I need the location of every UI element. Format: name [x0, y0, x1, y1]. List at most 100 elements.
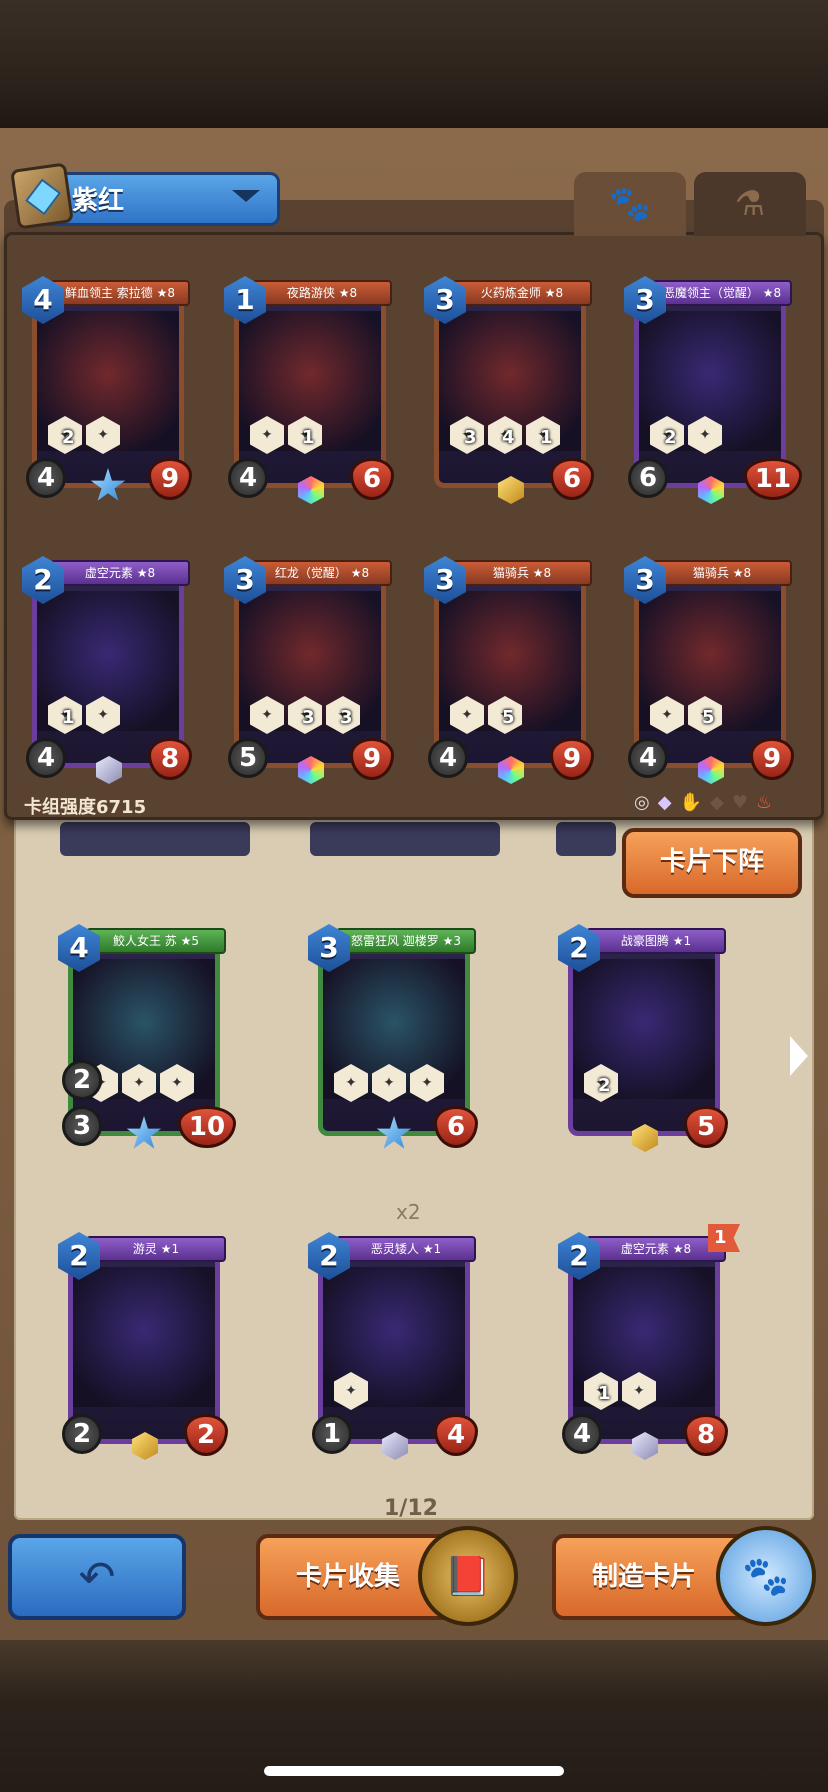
tab-creatures[interactable]: 🐾 — [574, 172, 686, 236]
card-skills: ✦ 2 — [584, 1064, 618, 1102]
skill-icon: ✦ 2 — [650, 416, 684, 454]
card-health: 9 — [350, 738, 394, 780]
collection_cards-card[interactable]: 游灵 ★1 2 2 2 — [58, 1232, 230, 1460]
chevron-down-icon[interactable] — [232, 190, 260, 202]
nature-filter-icon[interactable]: ◆ — [710, 792, 724, 813]
skill-icon: ✦ — [86, 696, 120, 734]
potion-icon: ⚗ — [734, 184, 766, 224]
skill-icon: ✦ — [372, 1064, 406, 1102]
skill-icon: ✦ 5 — [488, 696, 522, 734]
card-peek — [60, 822, 250, 856]
card-skills: ✦ ✦ 5 — [650, 696, 722, 734]
card-book-icon[interactable]: 📕 — [418, 1526, 518, 1626]
skill-value: 2 — [598, 1075, 611, 1096]
skill-icon: ✦ — [688, 416, 722, 454]
card-skills: ✦ 2 ✦ — [650, 416, 722, 454]
skill-icon: ✦ 3 — [326, 696, 360, 734]
card-name: 战豪图腾 ★1 — [586, 928, 726, 954]
neutral-filter-icon[interactable]: ◎ — [634, 792, 650, 813]
skill-value: 3 — [464, 427, 477, 448]
collection_cards-card[interactable]: 鲛人女王 苏 ★54✦✦✦3210 — [58, 924, 236, 1152]
beast-filter-icon[interactable]: ✋ — [680, 792, 702, 813]
skill-icon: ✦ — [450, 696, 484, 734]
card-art — [73, 1267, 215, 1407]
skill-value: 3 — [302, 707, 315, 728]
card-skills: ✦ 1 ✦ — [584, 1372, 656, 1410]
skill-value: 1 — [598, 1383, 611, 1404]
card-name: 虚空元素 ★8 — [50, 560, 190, 586]
card-attack: 4 — [26, 458, 66, 498]
deck_cards-card[interactable]: 虚空元素 ★8 2 ✦ 1 ✦ 4 8 — [22, 556, 194, 784]
card-attack: 2 — [62, 1414, 102, 1454]
order-filter-icon[interactable]: ♥ — [732, 792, 748, 813]
card-skills: ✦ 1 ✦ — [48, 696, 120, 734]
card-health: 6 — [350, 458, 394, 500]
collection_cards-card[interactable]: 虚空元素 ★8 2 ✦ 1 ✦ 4 8 1 — [558, 1224, 740, 1460]
deck-book-icon — [10, 162, 74, 230]
tab-spells[interactable]: ⚗ — [694, 172, 806, 236]
card-health: 8 — [684, 1414, 728, 1456]
deck_cards-card[interactable]: 夜路游侠 ★8 1 ✦ ✦ 1 4 6 — [224, 276, 396, 504]
skill-value: 2 — [62, 427, 75, 448]
skill-value: 5 — [502, 707, 515, 728]
card-name: 火药炼金师 ★8 — [452, 280, 592, 306]
collection_cards-card[interactable]: 怒雷狂风 迦楼罗 ★3 3 ✦ ✦ ✦ 6 — [308, 924, 480, 1152]
card-health: 10 — [178, 1106, 236, 1148]
skill-icon: ✦ — [86, 416, 120, 454]
card-attack: 4 — [628, 738, 668, 778]
card-health: 8 — [148, 738, 192, 780]
skill-icon: ✦ — [334, 1372, 368, 1410]
card-health: 6 — [550, 458, 594, 500]
card-name: 恶魔领主（觉醒） ★8 — [652, 280, 792, 306]
card-health: 5 — [684, 1106, 728, 1148]
card-attack: 3 — [62, 1106, 102, 1146]
remove-card-button[interactable]: 卡片下阵 — [622, 828, 802, 898]
home-indicator — [264, 1766, 564, 1776]
deck_cards-card[interactable]: 恶魔领主（觉醒） ★8 3 ✦ 2 ✦ 6 11 — [624, 276, 802, 504]
card-name: 红龙（觉醒） ★8 — [252, 560, 392, 586]
deck_cards-card[interactable]: 鲜血领主 索拉德 ★8 4 ✦ 2 ✦ 4 9 — [22, 276, 194, 504]
card-peek — [310, 822, 500, 856]
card-attack: 6 — [628, 458, 668, 498]
card-attack: 4 — [228, 458, 268, 498]
skill-icon: ✦ 4 — [488, 416, 522, 454]
skill-icon: ✦ 2 — [48, 416, 82, 454]
skill-icon: ✦ 1 — [584, 1372, 618, 1410]
card-attack: 5 — [228, 738, 268, 778]
card-name: 鲛人女王 苏 ★5 — [86, 928, 226, 954]
skill-icon: ✦ 1 — [526, 416, 560, 454]
skill-icon: ✦ 2 — [584, 1064, 618, 1102]
page-indicator: 1/12 — [384, 1496, 438, 1521]
deck_cards-card[interactable]: 猫骑兵 ★8 3 ✦ ✦ 5 4 9 — [424, 556, 596, 784]
paw-jar-icon[interactable]: 🐾 — [716, 1526, 816, 1626]
card-name: 游灵 ★1 — [86, 1236, 226, 1262]
card-health: 4 — [434, 1414, 478, 1456]
back-arrow-icon: ↶ — [78, 1551, 116, 1603]
faction-filter: ◎ ◆ ✋ ◆ ♥ ♨ — [634, 792, 772, 813]
deck_cards-card[interactable]: 火药炼金师 ★8 3 ✦ 3 ✦ 4 ✦ 1 6 — [424, 276, 596, 504]
skill-icon: ✦ 1 — [288, 416, 322, 454]
deck_cards-card[interactable]: 猫骑兵 ★8 3 ✦ ✦ 5 4 9 — [624, 556, 796, 784]
collection_cards-card[interactable]: 恶灵矮人 ★1 2 ✦ 1 4 — [308, 1232, 480, 1460]
back-button[interactable]: ↶ — [8, 1534, 186, 1620]
card-attack: 1 — [312, 1414, 352, 1454]
card-name: 夜路游侠 ★8 — [252, 280, 392, 306]
skill-icon: ✦ — [622, 1372, 656, 1410]
card-skills: ✦ 2 ✦ — [48, 416, 120, 454]
card-health: 9 — [750, 738, 794, 780]
card-health: 9 — [550, 738, 594, 780]
collection_cards-card[interactable]: 战豪图腾 ★1 2 ✦ 2 5 — [558, 924, 730, 1152]
top-background — [0, 0, 828, 130]
card-skills: ✦ ✦ 3 ✦ 3 — [250, 696, 360, 734]
next-page-arrow-icon[interactable] — [790, 1036, 808, 1076]
card-name: 怒雷狂风 迦楼罗 ★3 — [336, 928, 476, 954]
card-name: 猫骑兵 ★8 — [652, 560, 792, 586]
fire-filter-icon[interactable]: ♨ — [756, 792, 772, 813]
paw-icon: 🐾 — [608, 184, 652, 224]
skill-icon: ✦ — [410, 1064, 444, 1102]
undead-filter-icon[interactable]: ◆ — [658, 792, 672, 813]
skill-icon: ✦ — [122, 1064, 156, 1102]
skill-value: 3 — [340, 707, 353, 728]
deck_cards-card[interactable]: 红龙（觉醒） ★8 3 ✦ ✦ 3 ✦ 3 5 9 — [224, 556, 396, 784]
card-attack: 4 — [428, 738, 468, 778]
